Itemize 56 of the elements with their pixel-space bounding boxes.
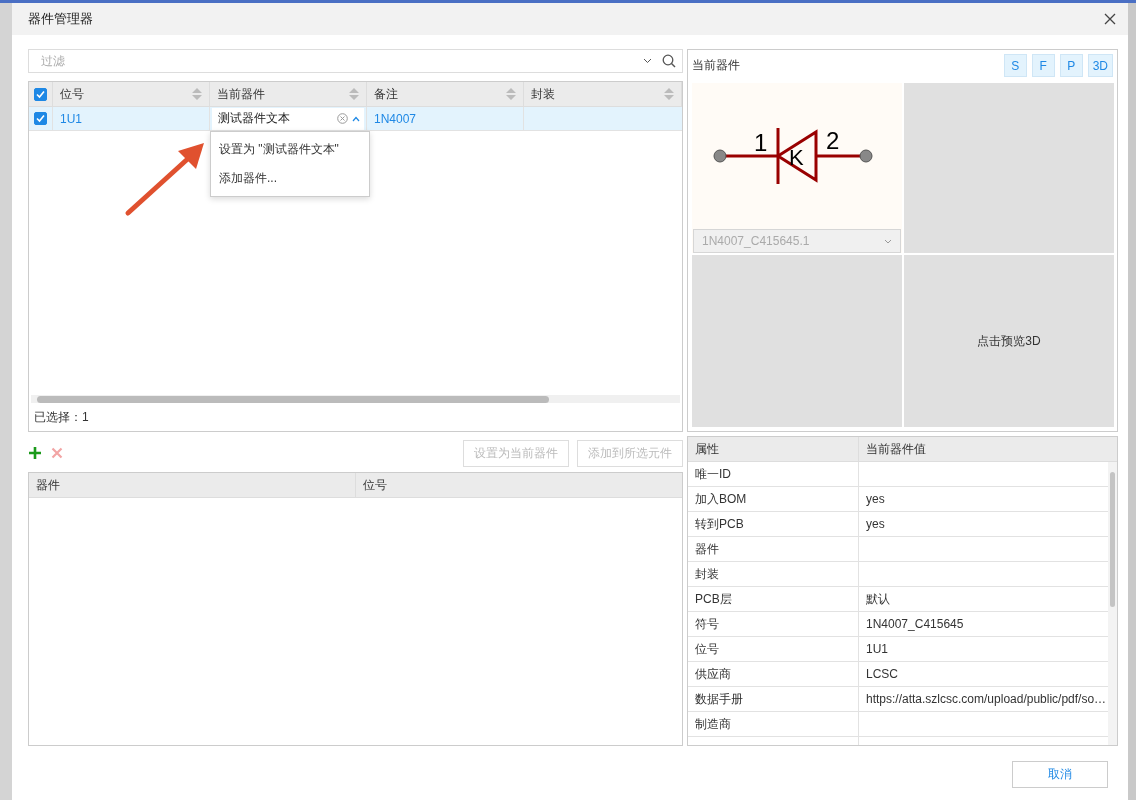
property-name: 加入BOM xyxy=(695,490,747,508)
property-value: yes xyxy=(866,517,885,531)
chevron-up-icon[interactable] xyxy=(352,115,360,122)
search-icon[interactable] xyxy=(662,54,676,68)
menu-item[interactable]: 设置为 "测试器件文本" xyxy=(211,135,369,164)
menu-item[interactable]: 添加器件... xyxy=(211,164,369,193)
property-name: 数据手册 xyxy=(695,690,743,708)
sort-icon[interactable] xyxy=(192,87,202,101)
property-value: 默认 xyxy=(866,590,890,608)
cancel-button[interactable]: 取消 xyxy=(1012,761,1108,788)
property-name: 转到PCB xyxy=(695,515,744,533)
part-field[interactable]: 测试器件文本 xyxy=(212,107,364,130)
chevron-down-icon[interactable] xyxy=(643,58,652,64)
property-name: 器件 xyxy=(695,540,719,558)
filter-field[interactable]: 过滤 xyxy=(28,49,683,73)
property-name: 封装 xyxy=(695,565,719,583)
column-header[interactable]: 当前器件 xyxy=(217,85,265,103)
row-checkbox[interactable] xyxy=(34,112,47,125)
remove-icon[interactable] xyxy=(50,446,64,460)
column-header: 属性 xyxy=(695,440,719,458)
property-value: yes xyxy=(866,492,885,506)
add-icon[interactable] xyxy=(28,446,42,460)
preview-3d-hint[interactable]: 点击预览3D xyxy=(977,332,1041,350)
vertical-scrollbar[interactable] xyxy=(1108,462,1117,745)
table-cell: 1N4007 xyxy=(374,111,417,126)
horizontal-scrollbar[interactable] xyxy=(31,395,680,403)
part-input[interactable]: 测试器件文本 xyxy=(216,110,333,127)
column-header[interactable]: 备注 xyxy=(374,85,398,103)
property-name: 符号 xyxy=(695,615,719,633)
panel-title: 当前器件 xyxy=(692,57,740,74)
filter-input[interactable]: 过滤 xyxy=(39,53,633,69)
property-value: 1U1 xyxy=(866,642,888,656)
property-name: 制造商 xyxy=(695,715,731,733)
window-title: 器件管理器 xyxy=(28,10,93,28)
close-icon[interactable] xyxy=(1104,13,1116,25)
column-header[interactable]: 器件 xyxy=(36,476,60,494)
property-name: 唯一ID xyxy=(695,465,731,483)
property-name: 位号 xyxy=(695,640,719,658)
selection-count: 已选择：1 xyxy=(33,409,90,426)
property-value: https://atta.szlcsc.com/upload/public/pdf/so… xyxy=(866,692,1107,706)
diode-symbol-drawing: 1 2 K xyxy=(692,83,902,223)
sort-icon[interactable] xyxy=(349,87,359,101)
column-header[interactable]: 位号 xyxy=(60,85,84,103)
clear-icon[interactable] xyxy=(337,113,348,124)
column-header[interactable]: 位号 xyxy=(363,476,387,494)
property-name: 供应商 xyxy=(695,665,731,683)
table-cell: 1U1 xyxy=(60,111,82,126)
select-all-checkbox[interactable] xyxy=(34,87,47,101)
column-header: 当前器件值 xyxy=(866,440,926,458)
table-row[interactable]: 1U1 测试器件文本 1N4007 xyxy=(29,107,682,131)
property-value: LCSC xyxy=(866,667,898,681)
column-header[interactable]: 封装 xyxy=(531,85,555,103)
property-name: PCB层 xyxy=(695,590,732,608)
sort-icon[interactable] xyxy=(664,87,674,101)
property-value: 1N4007_C415645 xyxy=(866,617,964,631)
sort-icon[interactable] xyxy=(506,87,516,101)
